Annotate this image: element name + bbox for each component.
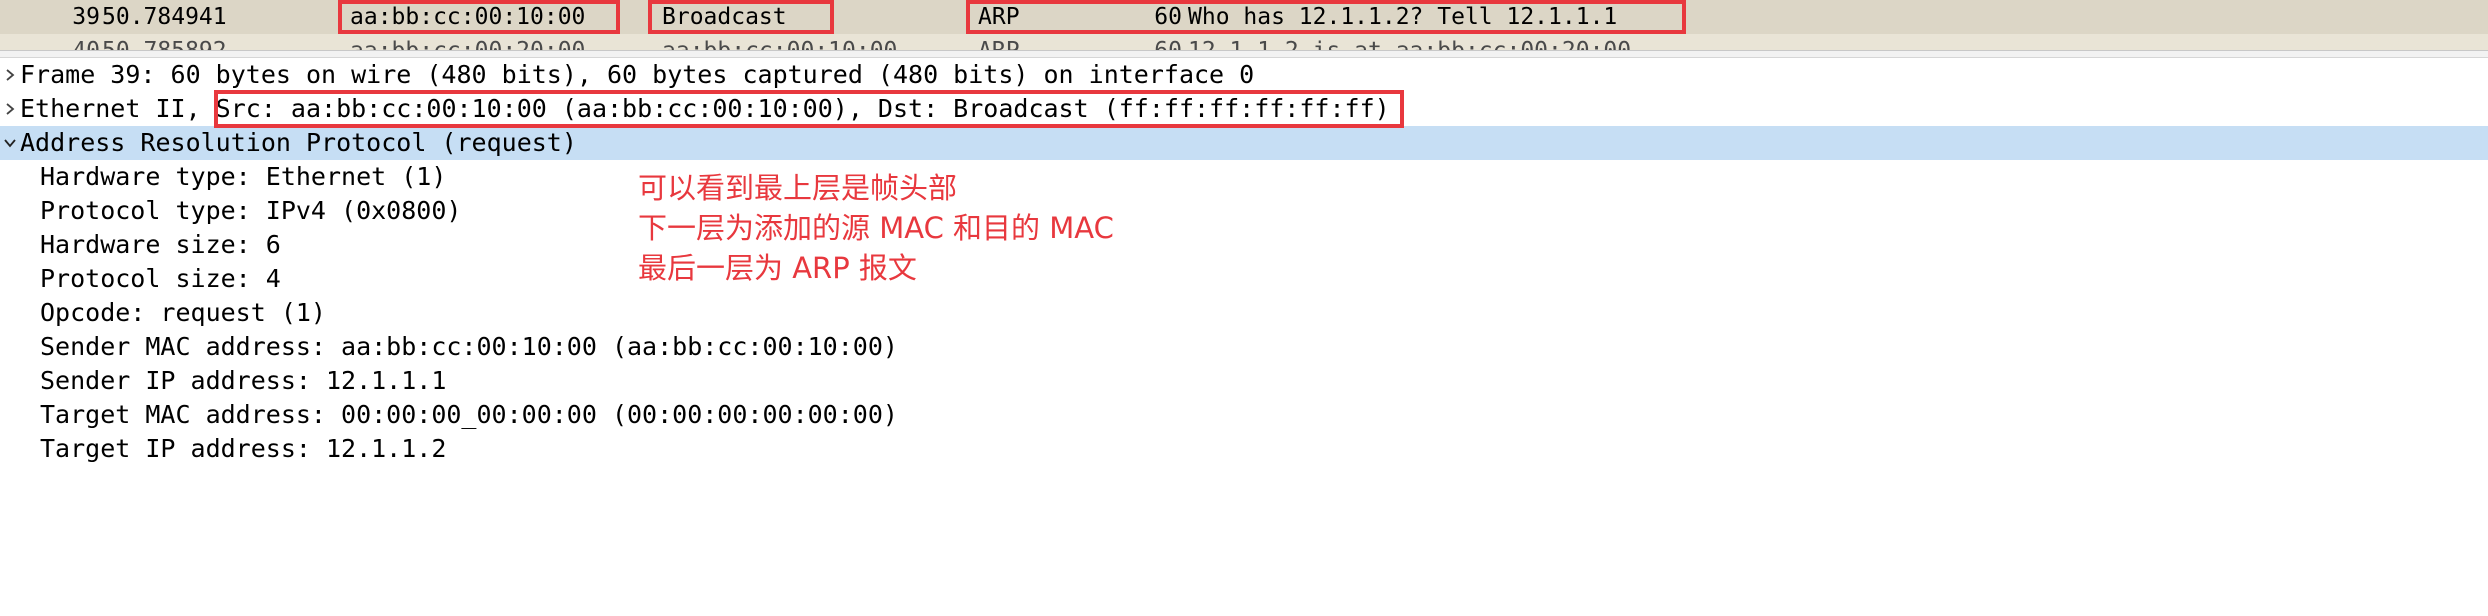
arp-field[interactable]: Hardware type: Ethernet (1) — [0, 160, 2488, 194]
arp-field[interactable]: Target IP address: 12.1.1.2 — [0, 432, 2488, 466]
packet-protocol: ARP — [978, 34, 1020, 50]
ethernet-addresses: Src: aa:bb:cc:00:10:00 (aa:bb:cc:00:10:0… — [215, 94, 1390, 123]
packet-details-tree: Frame 39: 60 bytes on wire (480 bits), 6… — [0, 58, 2488, 616]
packet-row-selected[interactable]: 39 50.784941 aa:bb:cc:00:10:00 Broadcast… — [0, 0, 2488, 34]
annotation-line: 下一层为添加的源 MAC 和目的 MAC — [638, 211, 1114, 245]
arp-field-label: Opcode: request (1) — [40, 298, 326, 327]
arp-field[interactable]: Sender MAC address: aa:bb:cc:00:10:00 (a… — [0, 330, 2488, 364]
packet-number: 40 — [60, 34, 100, 50]
packet-info: Who has 12.1.1.2? Tell 12.1.1.1 — [1188, 4, 1618, 30]
packet-length: 60 — [1154, 4, 1182, 30]
packet-number: 39 — [72, 4, 100, 30]
arp-field[interactable]: Target MAC address: 00:00:00_00:00:00 (0… — [0, 398, 2488, 432]
arp-field[interactable]: Hardware size: 6 — [0, 228, 2488, 262]
arp-field-label: Hardware size: 6 — [40, 230, 281, 259]
chevron-right-icon[interactable] — [2, 92, 18, 126]
packet-list: 39 50.784941 aa:bb:cc:00:10:00 Broadcast… — [0, 0, 2488, 50]
annotation-line: 最后一层为 ARP 报文 — [638, 251, 917, 285]
arp-field[interactable]: Protocol type: IPv4 (0x0800) — [0, 194, 2488, 228]
packet-source: aa:bb:cc:00:10:00 — [350, 4, 586, 30]
arp-field-label: Protocol type: IPv4 (0x0800) — [40, 196, 462, 225]
packet-source: aa:bb:cc:00:20:00 — [350, 34, 585, 50]
tree-item-ethernet[interactable]: Ethernet II, Src: aa:bb:cc:00:10:00 (aa:… — [0, 92, 2488, 126]
packet-protocol: ARP — [978, 4, 1020, 30]
tree-item-label: Ethernet II, Src: aa:bb:cc:00:10:00 (aa:… — [20, 92, 1390, 126]
tree-item-frame[interactable]: Frame 39: 60 bytes on wire (480 bits), 6… — [0, 58, 2488, 92]
tree-item-label: Address Resolution Protocol (request) — [20, 128, 577, 157]
arp-field-label: Target IP address: 12.1.1.2 — [40, 434, 447, 463]
packet-info: 12.1.1.2 is at aa:bb:cc:00:20:00 — [1188, 34, 1631, 50]
packet-destination: Broadcast — [662, 4, 787, 30]
packet-row[interactable]: 40 50.785892 aa:bb:cc:00:20:00 aa:bb:cc:… — [0, 34, 2488, 50]
chevron-right-icon[interactable] — [2, 58, 18, 92]
arp-field-label: Target MAC address: 00:00:00_00:00:00 (0… — [40, 400, 898, 429]
arp-field-label: Protocol size: 4 — [40, 264, 281, 293]
ethernet-prefix: Ethernet II, — [20, 94, 216, 123]
arp-field[interactable]: Opcode: request (1) — [0, 296, 2488, 330]
tree-item-arp[interactable]: Address Resolution Protocol (request) — [0, 126, 2488, 160]
chevron-down-icon[interactable] — [2, 126, 18, 160]
annotation-note: 可以看到最上层是帧头部 下一层为添加的源 MAC 和目的 MAC 最后一层为 A… — [638, 168, 1114, 288]
arp-field-label: Sender MAC address: aa:bb:cc:00:10:00 (a… — [40, 332, 898, 361]
packet-length: 60 — [1150, 34, 1182, 50]
arp-field[interactable]: Sender IP address: 12.1.1.1 — [0, 364, 2488, 398]
packet-destination: aa:bb:cc:00:10:00 — [662, 34, 897, 50]
packet-time: 50.785892 — [102, 34, 227, 50]
arp-field-label: Hardware type: Ethernet (1) — [40, 162, 447, 191]
pane-divider[interactable] — [0, 50, 2488, 58]
arp-field-label: Sender IP address: 12.1.1.1 — [40, 366, 447, 395]
annotation-line: 可以看到最上层是帧头部 — [638, 171, 958, 205]
packet-time: 50.784941 — [102, 4, 227, 30]
tree-item-label: Frame 39: 60 bytes on wire (480 bits), 6… — [20, 60, 1255, 89]
arp-field[interactable]: Protocol size: 4 — [0, 262, 2488, 296]
